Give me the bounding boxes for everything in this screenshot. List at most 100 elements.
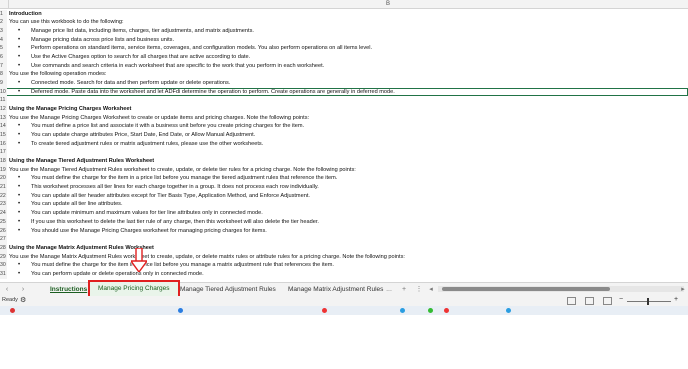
cell-text[interactable]: You use the following operation modes: (9, 70, 106, 79)
table-row[interactable]: 6 • Use the Active Charges option to searc… (0, 52, 688, 62)
table-row[interactable]: 26 • You should use the Manage Pricing Cha… (0, 226, 688, 236)
cell-text[interactable]: Connected mode. Search for data and then… (31, 79, 230, 88)
table-row[interactable]: 7 • Use commands and search criteria in ea… (0, 61, 688, 71)
scroll-right-icon[interactable]: ▸ (678, 285, 688, 295)
cell-text[interactable]: You can update all tier header attribute… (31, 192, 310, 201)
taskbar-app-icon[interactable] (506, 308, 511, 313)
row-number[interactable]: 15 (0, 131, 7, 140)
cell-text[interactable]: You must define the charge for the item … (31, 174, 337, 183)
row-number[interactable]: 6 (0, 52, 7, 62)
cell-text[interactable]: Using the Manage Pricing Charges Workshe… (9, 105, 131, 114)
row-number[interactable]: 21 (0, 183, 7, 192)
taskbar-app-icon[interactable] (178, 308, 183, 313)
table-row[interactable]: 23 • You can update all tier line attribut… (0, 200, 688, 210)
row-number[interactable]: 7 (0, 61, 7, 71)
row-number[interactable]: 16 (0, 139, 7, 149)
accessibility-icon[interactable]: ⚙ (20, 296, 26, 304)
cell-text[interactable]: You use the Manage Matrix Adjustment Rul… (9, 253, 405, 262)
taskbar-app-icon[interactable] (322, 308, 327, 313)
row-number[interactable]: 5 (0, 44, 7, 53)
table-row[interactable]: 3 • Manage price list data, including item… (0, 26, 688, 36)
zoom-slider-thumb[interactable] (647, 298, 649, 305)
taskbar-app-icon[interactable] (400, 308, 405, 313)
cell-text[interactable]: Deferred mode. Paste data into the works… (31, 88, 395, 97)
column-header-b[interactable]: B (386, 0, 390, 8)
zoom-out-icon[interactable]: − (619, 296, 623, 303)
weather-icon[interactable] (10, 308, 15, 313)
cell-text[interactable]: You use the Manage Tiered Adjustment Rul… (9, 166, 356, 175)
table-row[interactable]: 4 • Manage pricing data across price lists… (0, 35, 688, 45)
tab-next-button[interactable]: › (18, 285, 28, 295)
table-row[interactable]: 31 • You can perform update or delete oper… (0, 269, 688, 279)
row-number[interactable]: 22 (0, 191, 7, 201)
tab-manage-tiered-adjustment-rules[interactable]: Manage Tiered Adjustment Rules (176, 284, 280, 296)
cell-text[interactable]: Perform operations on standard items, se… (31, 44, 372, 53)
row-number[interactable]: 4 (0, 35, 7, 45)
row-number[interactable]: 10 (0, 87, 7, 97)
row-number[interactable]: 24 (0, 209, 7, 218)
cell-text[interactable]: You can update charge attributes Price, … (31, 131, 255, 140)
page-layout-view-icon[interactable] (585, 297, 594, 305)
table-row[interactable]: 22 • You can update all tier header attrib… (0, 191, 688, 201)
cell-text[interactable]: This worksheet processes all tier lines … (31, 183, 319, 192)
page-break-view-icon[interactable] (603, 297, 612, 305)
cell-text[interactable]: You should use the Manage Pricing Charge… (31, 227, 267, 236)
table-row[interactable]: 8 You use the following operation modes: (0, 70, 688, 79)
table-row[interactable]: 24 • You can update minimum and maximum va… (0, 209, 688, 218)
spreadsheet-grid[interactable]: B 1 Introduction 2 You can use this workboo… (0, 0, 688, 282)
cell-text[interactable]: You can update all tier line attributes. (31, 200, 123, 209)
cell-text[interactable]: You can use this workbook to do the foll… (9, 18, 124, 27)
row-number[interactable]: 1 (0, 9, 7, 19)
row-number[interactable]: 9 (0, 78, 7, 88)
cell-text[interactable]: You can perform update or delete operati… (31, 270, 204, 279)
row-number[interactable]: 23 (0, 200, 7, 210)
table-row[interactable]: 20 • You must define the charge for the it… (0, 174, 688, 184)
tab-manage-matrix-adjustment-rules[interactable]: Manage Matrix Adjustment Rules (284, 284, 387, 296)
table-row[interactable]: 10 • Deferred mode. Paste data into the wo… (0, 87, 688, 97)
row-number[interactable]: 17 (0, 148, 7, 158)
row-number[interactable]: 29 (0, 252, 7, 262)
table-row[interactable]: 16 • To create tiered adjustment rules or … (0, 139, 688, 149)
row-number[interactable]: 20 (0, 174, 7, 184)
table-row[interactable]: 1 Introduction (0, 9, 688, 19)
cell-text[interactable]: If you use this worksheet to delete the … (31, 218, 319, 227)
table-row[interactable]: 11 (0, 96, 688, 105)
taskbar-app-icon[interactable] (428, 308, 433, 313)
cell-text[interactable]: Use commands and search criteria in each… (31, 62, 324, 71)
cell-text[interactable]: Introduction (9, 10, 42, 19)
cell-text[interactable]: Using the Manage Tiered Adjustment Rules… (9, 157, 154, 166)
cell-text[interactable]: You must define a price list and associa… (31, 122, 304, 131)
table-row[interactable]: 9 • Connected mode. Search for data and th… (0, 78, 688, 88)
row-number[interactable]: 3 (0, 26, 7, 36)
horizontal-scrollbar-thumb[interactable] (442, 287, 610, 291)
table-row[interactable]: 17 (0, 148, 688, 158)
row-number[interactable]: 14 (0, 122, 7, 132)
tab-prev-button[interactable]: ‹ (2, 285, 12, 295)
table-row[interactable]: 21 • This worksheet processes all tier lin… (0, 183, 688, 192)
cell-text[interactable]: Manage pricing data across price lists a… (31, 36, 174, 45)
normal-view-icon[interactable] (567, 297, 576, 305)
zoom-slider[interactable] (627, 301, 671, 302)
table-row[interactable]: 29 You use the Manage Matrix Adjustment R… (0, 252, 688, 262)
table-row[interactable]: 19 You use the Manage Tiered Adjustment R… (0, 165, 688, 175)
table-row[interactable]: 28 Using the Manage Matrix Adjustment Rul… (0, 243, 688, 253)
row-number[interactable]: 12 (0, 104, 7, 114)
zoom-in-icon[interactable]: + (674, 296, 678, 303)
row-number[interactable]: 2 (0, 18, 7, 27)
row-number[interactable]: 19 (0, 165, 7, 175)
table-row[interactable]: 14 • You must define a price list and asso… (0, 122, 688, 132)
row-number[interactable]: 27 (0, 235, 7, 244)
table-row[interactable]: 27 (0, 235, 688, 244)
cell-text[interactable]: You must define the charge for the item … (31, 261, 334, 270)
row-number[interactable]: 30 (0, 261, 7, 270)
tab-instructions[interactable]: Instructions (46, 284, 91, 296)
row-number[interactable]: 18 (0, 157, 7, 166)
row-number[interactable]: 25 (0, 217, 7, 227)
table-row[interactable]: 13 You use the Manage Pricing Charges Wor… (0, 113, 688, 123)
row-number[interactable]: 8 (0, 70, 7, 79)
taskbar-app-icon[interactable] (444, 308, 449, 313)
row-number[interactable]: 28 (0, 243, 7, 253)
add-sheet-button[interactable]: + (399, 285, 409, 295)
row-number[interactable]: 13 (0, 113, 7, 123)
row-number[interactable]: 11 (0, 96, 7, 105)
